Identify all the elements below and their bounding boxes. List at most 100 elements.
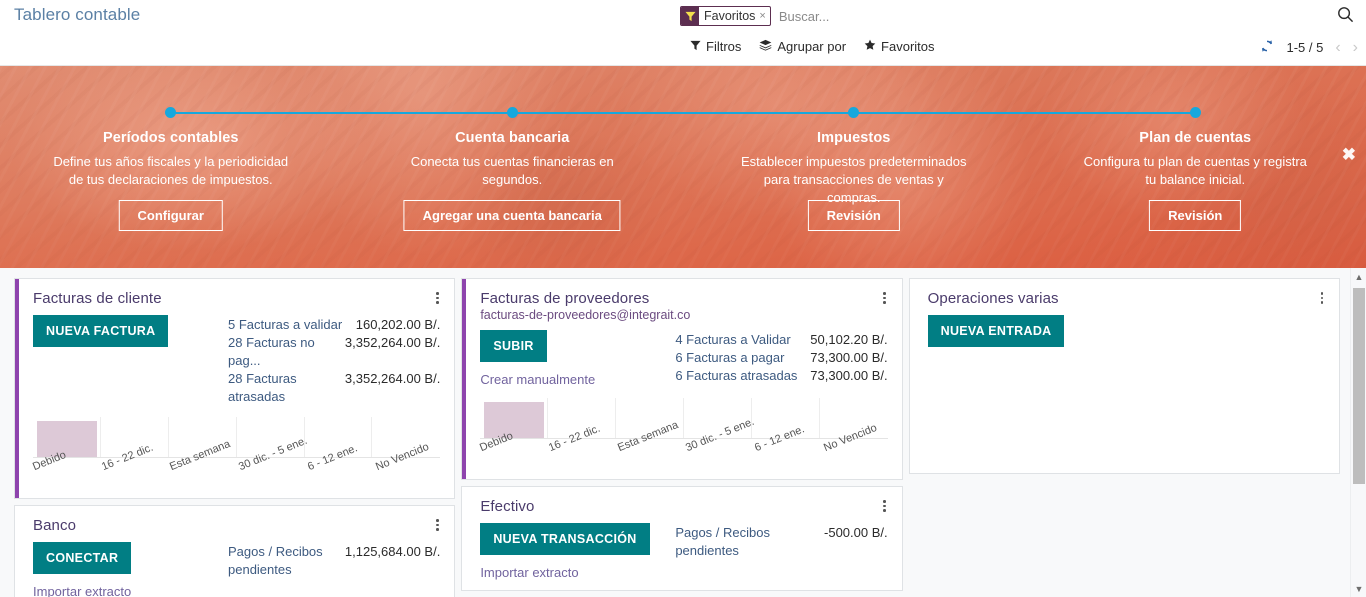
nueva-entrada-button[interactable]: NUEVA ENTRADA bbox=[927, 315, 1065, 347]
stat-value: 3,352,264.00 B/. bbox=[344, 335, 441, 350]
stat-row[interactable]: 4 Facturas a Validar 50,102.20 B/. bbox=[675, 331, 887, 349]
card-email-alias[interactable]: facturas-de-proveedores@integrait.co bbox=[462, 307, 901, 322]
card-title: Banco bbox=[33, 517, 77, 534]
filter-icon bbox=[690, 39, 701, 54]
subir-button[interactable]: SUBIR bbox=[480, 330, 547, 362]
search-facet-favoritos[interactable]: Favoritos × bbox=[680, 6, 771, 26]
groupby-menu[interactable]: Agrupar por bbox=[759, 39, 846, 54]
pager: 1-5 / 5 ‹ › bbox=[1260, 39, 1358, 56]
chart-bar[interactable] bbox=[37, 421, 97, 457]
aging-bar-chart[interactable] bbox=[33, 406, 441, 458]
stat-row[interactable]: 5 Facturas a validar 160,202.00 B/. bbox=[228, 316, 440, 334]
step-dot-icon bbox=[506, 107, 518, 118]
nueva-transaccion-button[interactable]: NUEVA TRANSACCIÓN bbox=[480, 523, 650, 555]
crear-manualmente-link[interactable]: Crear manualmente bbox=[480, 372, 665, 387]
stat-row[interactable]: 28 Facturas no pag... 3,352,264.00 B/. bbox=[228, 334, 440, 370]
search-icon[interactable] bbox=[1337, 6, 1354, 28]
search-facet-remove-icon[interactable]: × bbox=[759, 7, 769, 25]
top-bar: Tablero contable Favoritos × Filtros bbox=[0, 0, 1366, 66]
stat-value: 73,300.00 B/. bbox=[810, 350, 888, 365]
stat-label: Pagos / Recibos pendientes bbox=[675, 525, 770, 558]
search-facet-label: Favoritos bbox=[704, 9, 756, 23]
chart-bars bbox=[480, 387, 887, 438]
close-icon[interactable]: ✖ bbox=[1342, 146, 1356, 163]
card-stats: Pagos / Recibos pendientes -500.00 B/. bbox=[675, 523, 887, 580]
step-title: Plan de cuentas bbox=[1139, 130, 1252, 146]
configurar-button[interactable]: Configurar bbox=[118, 200, 223, 231]
chart-bar-slot[interactable] bbox=[480, 387, 549, 438]
stat-value: 50,102.20 B/. bbox=[810, 332, 888, 347]
card-actions: CONECTAR Importar extracto bbox=[33, 542, 218, 597]
scroll-down-icon[interactable]: ▼ bbox=[1351, 580, 1366, 597]
card-title: Facturas de cliente bbox=[33, 290, 162, 307]
stat-row[interactable]: Pagos / Recibos pendientes -500.00 B/. bbox=[675, 524, 887, 560]
step-title: Cuenta bancaria bbox=[455, 130, 570, 146]
card-header: Efectivo bbox=[462, 487, 901, 515]
dashboard-column-right: Operaciones varias NUEVA ENTRADA bbox=[908, 278, 1340, 474]
stat-label: 28 Facturas no pag... bbox=[228, 335, 315, 368]
card-menu-icon[interactable] bbox=[878, 498, 892, 514]
importar-extracto-link[interactable]: Importar extracto bbox=[33, 584, 218, 597]
card-stats: 4 Facturas a Validar 50,102.20 B/. 6 Fac… bbox=[675, 330, 887, 387]
card-header: Facturas de cliente bbox=[15, 279, 454, 307]
card-title: Facturas de proveedores bbox=[480, 290, 650, 307]
chart-bar-slot[interactable] bbox=[33, 406, 101, 457]
card-title: Operaciones varias bbox=[927, 290, 1059, 307]
stat-row[interactable]: 28 Facturas atrasadas 3,352,264.00 B/. bbox=[228, 370, 440, 406]
stat-label: Pagos / Recibos pendientes bbox=[228, 544, 323, 577]
step-connector-line bbox=[170, 112, 342, 114]
search-input[interactable] bbox=[770, 6, 1191, 26]
dashboard-column-middle: Facturas de proveedores facturas-de-prov… bbox=[461, 278, 903, 591]
conectar-button[interactable]: CONECTAR bbox=[33, 542, 132, 574]
stat-label: 5 Facturas a validar bbox=[228, 317, 343, 332]
search-area: Favoritos × bbox=[680, 5, 1191, 27]
step-title: Períodos contables bbox=[102, 130, 239, 146]
refresh-icon[interactable] bbox=[1260, 39, 1274, 56]
card-body: NUEVA FACTURA 5 Facturas a validar 160,2… bbox=[15, 307, 454, 406]
card-menu-icon[interactable] bbox=[878, 290, 892, 306]
revision-plan-cuentas-button[interactable]: Revisión bbox=[1149, 200, 1242, 231]
onboarding-steps: Períodos contables Define tus años fisca… bbox=[0, 66, 1366, 268]
pager-next-button[interactable]: › bbox=[1353, 39, 1358, 56]
onboarding-banner: ✖ Períodos contables Define tus años fis… bbox=[0, 66, 1366, 268]
card-menu-icon[interactable] bbox=[1315, 290, 1329, 306]
chart-x-axis-labels: Debido 16 - 22 dic. Esta semana 30 dic. - 5… bbox=[31, 435, 440, 498]
stat-row[interactable]: 6 Facturas atrasadas 73,300.00 B/. bbox=[675, 367, 887, 385]
nueva-factura-button[interactable]: NUEVA FACTURA bbox=[33, 315, 169, 347]
pager-previous-button[interactable]: ‹ bbox=[1335, 39, 1340, 56]
aging-bar-chart[interactable] bbox=[480, 387, 888, 439]
revision-impuestos-button[interactable]: Revisión bbox=[807, 200, 900, 231]
scrollbar-thumb[interactable] bbox=[1353, 288, 1365, 484]
card-menu-icon[interactable] bbox=[430, 517, 444, 533]
stat-row[interactable]: 6 Facturas a pagar 73,300.00 B/. bbox=[675, 349, 887, 367]
page-title: Tablero contable bbox=[14, 5, 141, 24]
step-connector-line bbox=[1024, 112, 1196, 114]
vertical-scrollbar[interactable]: ▲ ▼ bbox=[1350, 268, 1366, 597]
filters-menu[interactable]: Filtros bbox=[690, 39, 741, 54]
agregar-cuenta-bancaria-button[interactable]: Agregar una cuenta bancaria bbox=[403, 200, 621, 231]
card-facturas-de-cliente: Facturas de cliente NUEVA FACTURA 5 Fact… bbox=[14, 278, 456, 499]
card-header: Banco bbox=[15, 506, 454, 534]
scroll-up-icon[interactable]: ▲ bbox=[1351, 268, 1366, 285]
card-actions: NUEVA ENTRADA bbox=[927, 315, 1113, 347]
step-description: Define tus años fiscales y la periodicid… bbox=[53, 154, 289, 187]
chart-bar[interactable] bbox=[484, 402, 545, 438]
chart-bars bbox=[33, 406, 440, 457]
favorites-menu[interactable]: Favoritos bbox=[864, 39, 935, 54]
step-description: Conecta tus cuentas financieras en segun… bbox=[410, 154, 614, 187]
stat-value: -500.00 B/. bbox=[824, 525, 888, 540]
stat-row[interactable]: Pagos / Recibos pendientes 1,125,684.00 … bbox=[228, 543, 440, 579]
card-stats: 5 Facturas a validar 160,202.00 B/. 28 F… bbox=[228, 315, 440, 406]
card-body: SUBIR Crear manualmente 4 Facturas a Val… bbox=[462, 322, 901, 387]
importar-extracto-link[interactable]: Importar extracto bbox=[480, 565, 665, 580]
card-actions: NUEVA TRANSACCIÓN Importar extracto bbox=[480, 523, 665, 580]
onboarding-step-plan-de-cuentas: Plan de cuentas Configura tu plan de cue… bbox=[1024, 66, 1366, 268]
card-body: CONECTAR Importar extracto Pagos / Recib… bbox=[15, 534, 454, 597]
card-banco: Banco CONECTAR Importar extracto Pagos /… bbox=[14, 505, 456, 597]
card-header: Operaciones varias bbox=[910, 279, 1339, 307]
card-menu-icon[interactable] bbox=[430, 290, 444, 306]
card-operaciones-varias: Operaciones varias NUEVA ENTRADA bbox=[908, 278, 1340, 474]
onboarding-step-impuestos: Impuestos Establecer impuestos predeterm… bbox=[683, 66, 1025, 268]
step-description: Configura tu plan de cuentas y registra … bbox=[1083, 154, 1307, 187]
card-body: NUEVA TRANSACCIÓN Importar extracto Pago… bbox=[462, 515, 901, 580]
